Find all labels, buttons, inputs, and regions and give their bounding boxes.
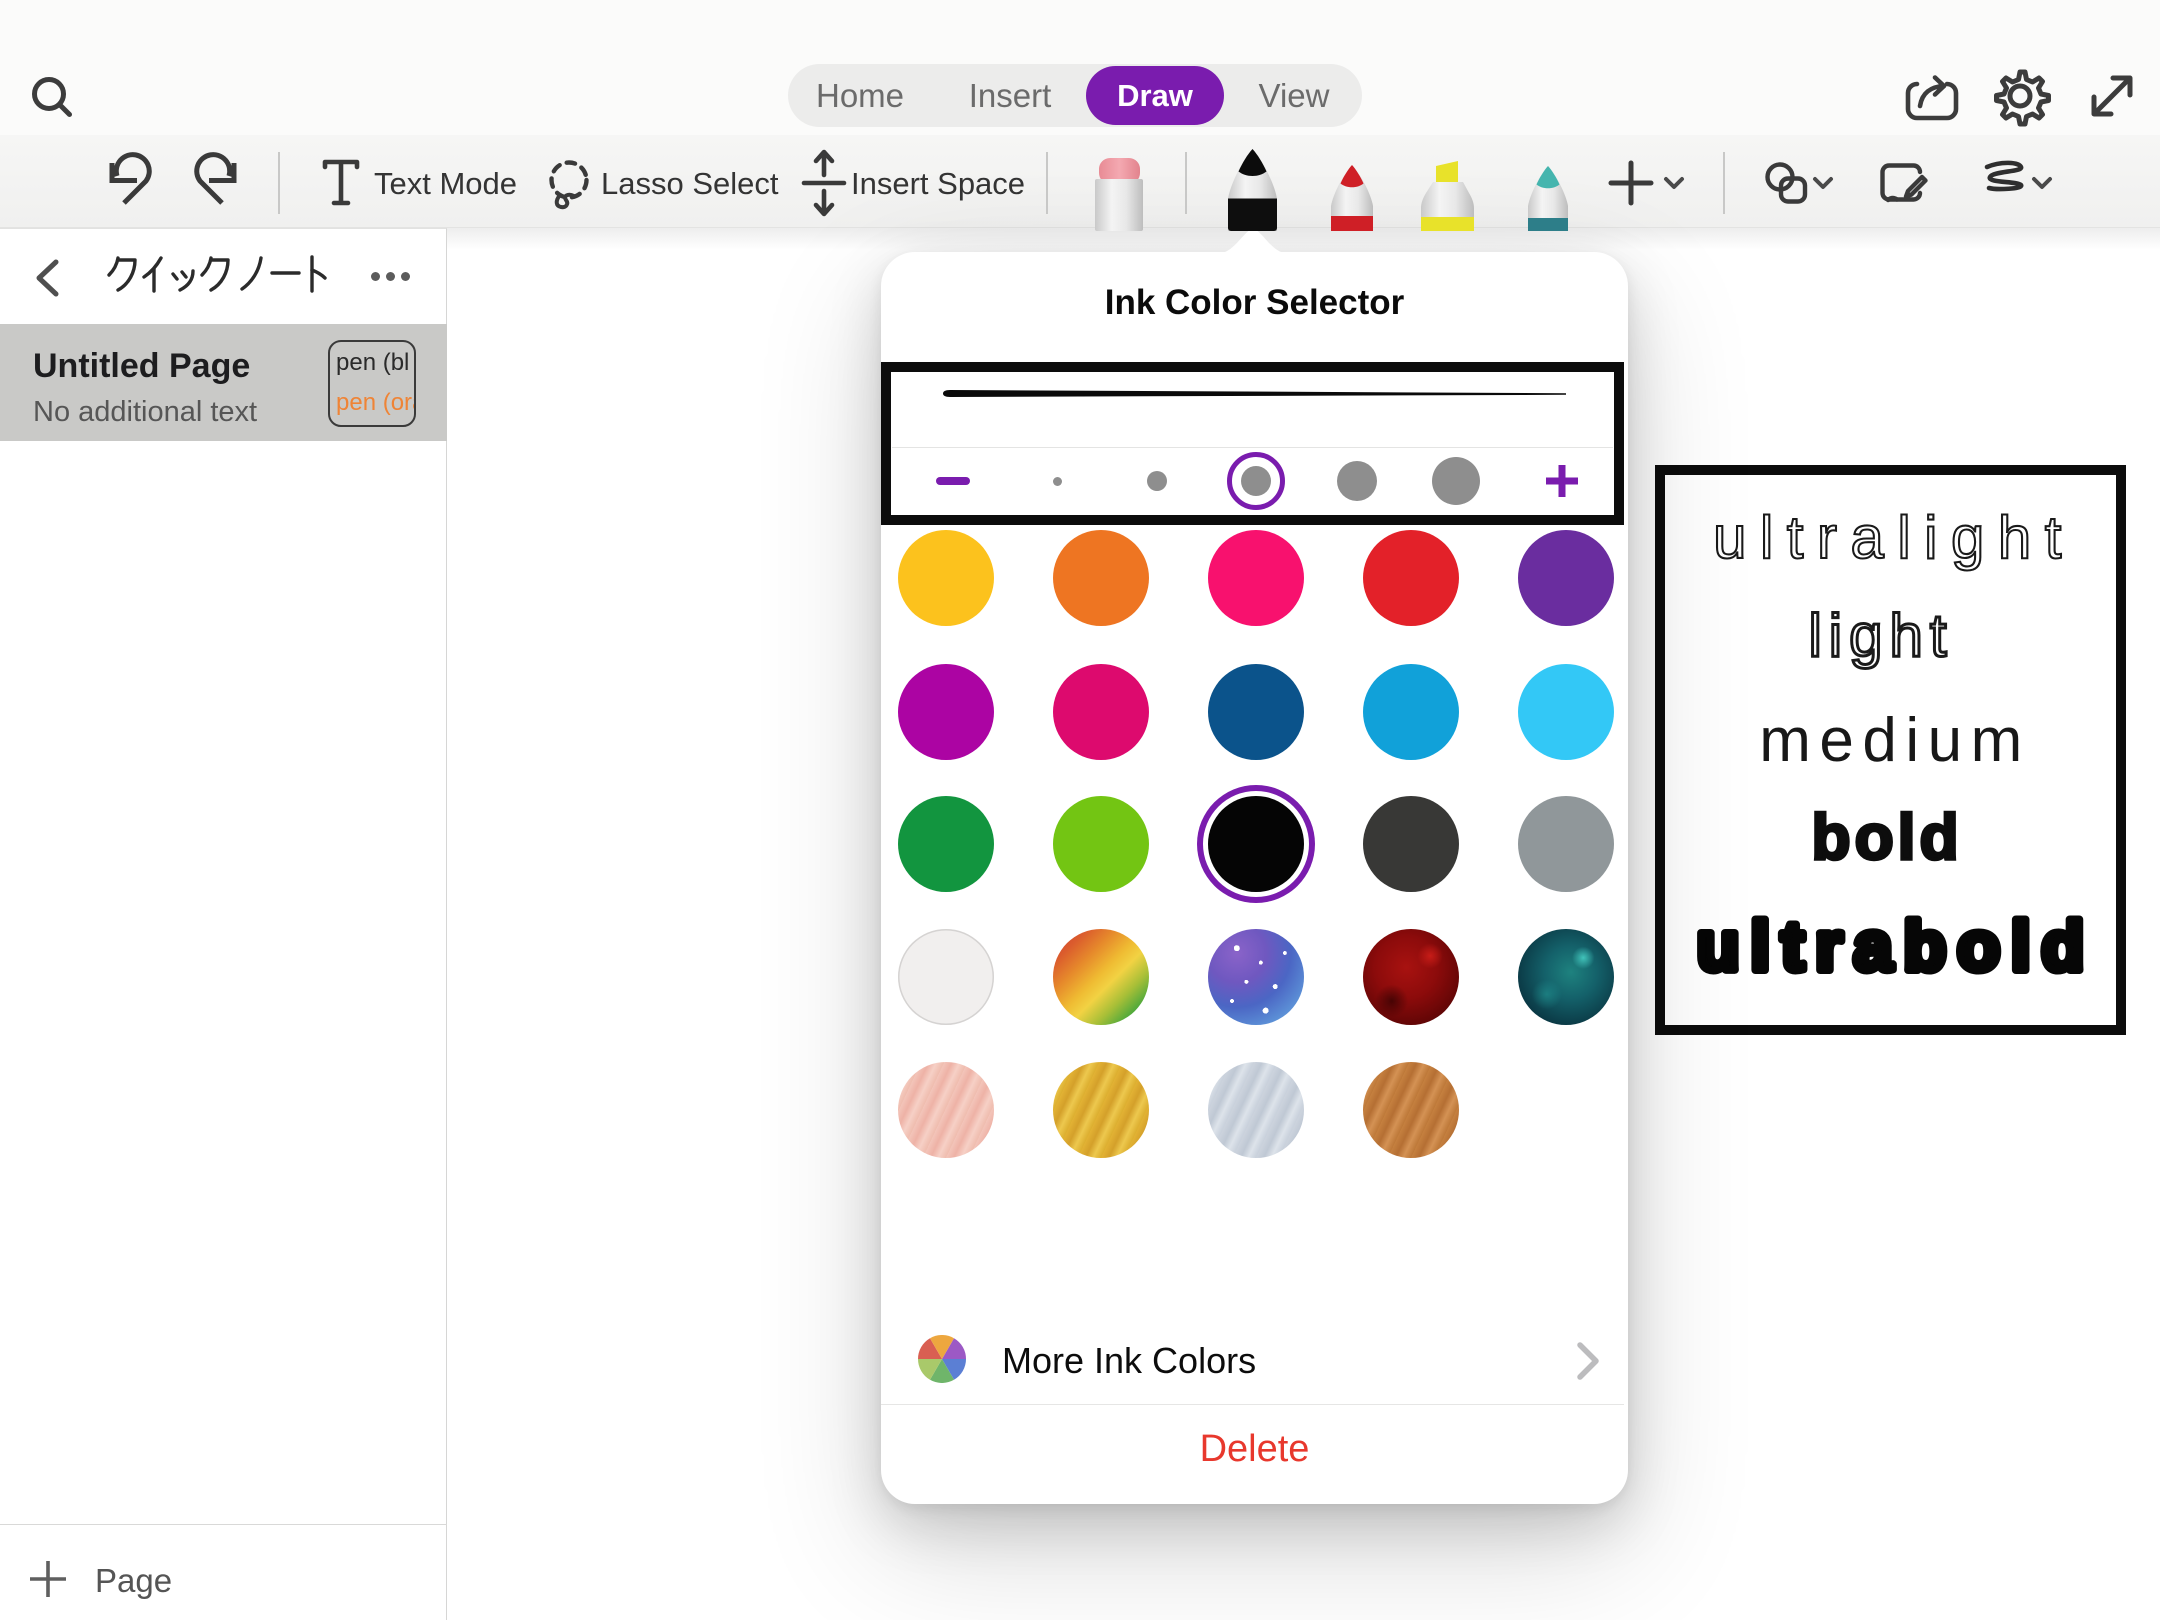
svg-text:pen (bl: pen (bl xyxy=(336,349,409,376)
svg-text:bold: bold xyxy=(1811,801,1962,873)
svg-text:ultrabold: ultrabold xyxy=(1697,907,2095,985)
svg-text:light: light xyxy=(1808,602,1953,669)
svg-text:medium: medium xyxy=(1759,706,2031,775)
svg-text:pen (ora: pen (ora xyxy=(336,389,414,416)
svg-text:ultralight: ultralight xyxy=(1713,504,2075,571)
